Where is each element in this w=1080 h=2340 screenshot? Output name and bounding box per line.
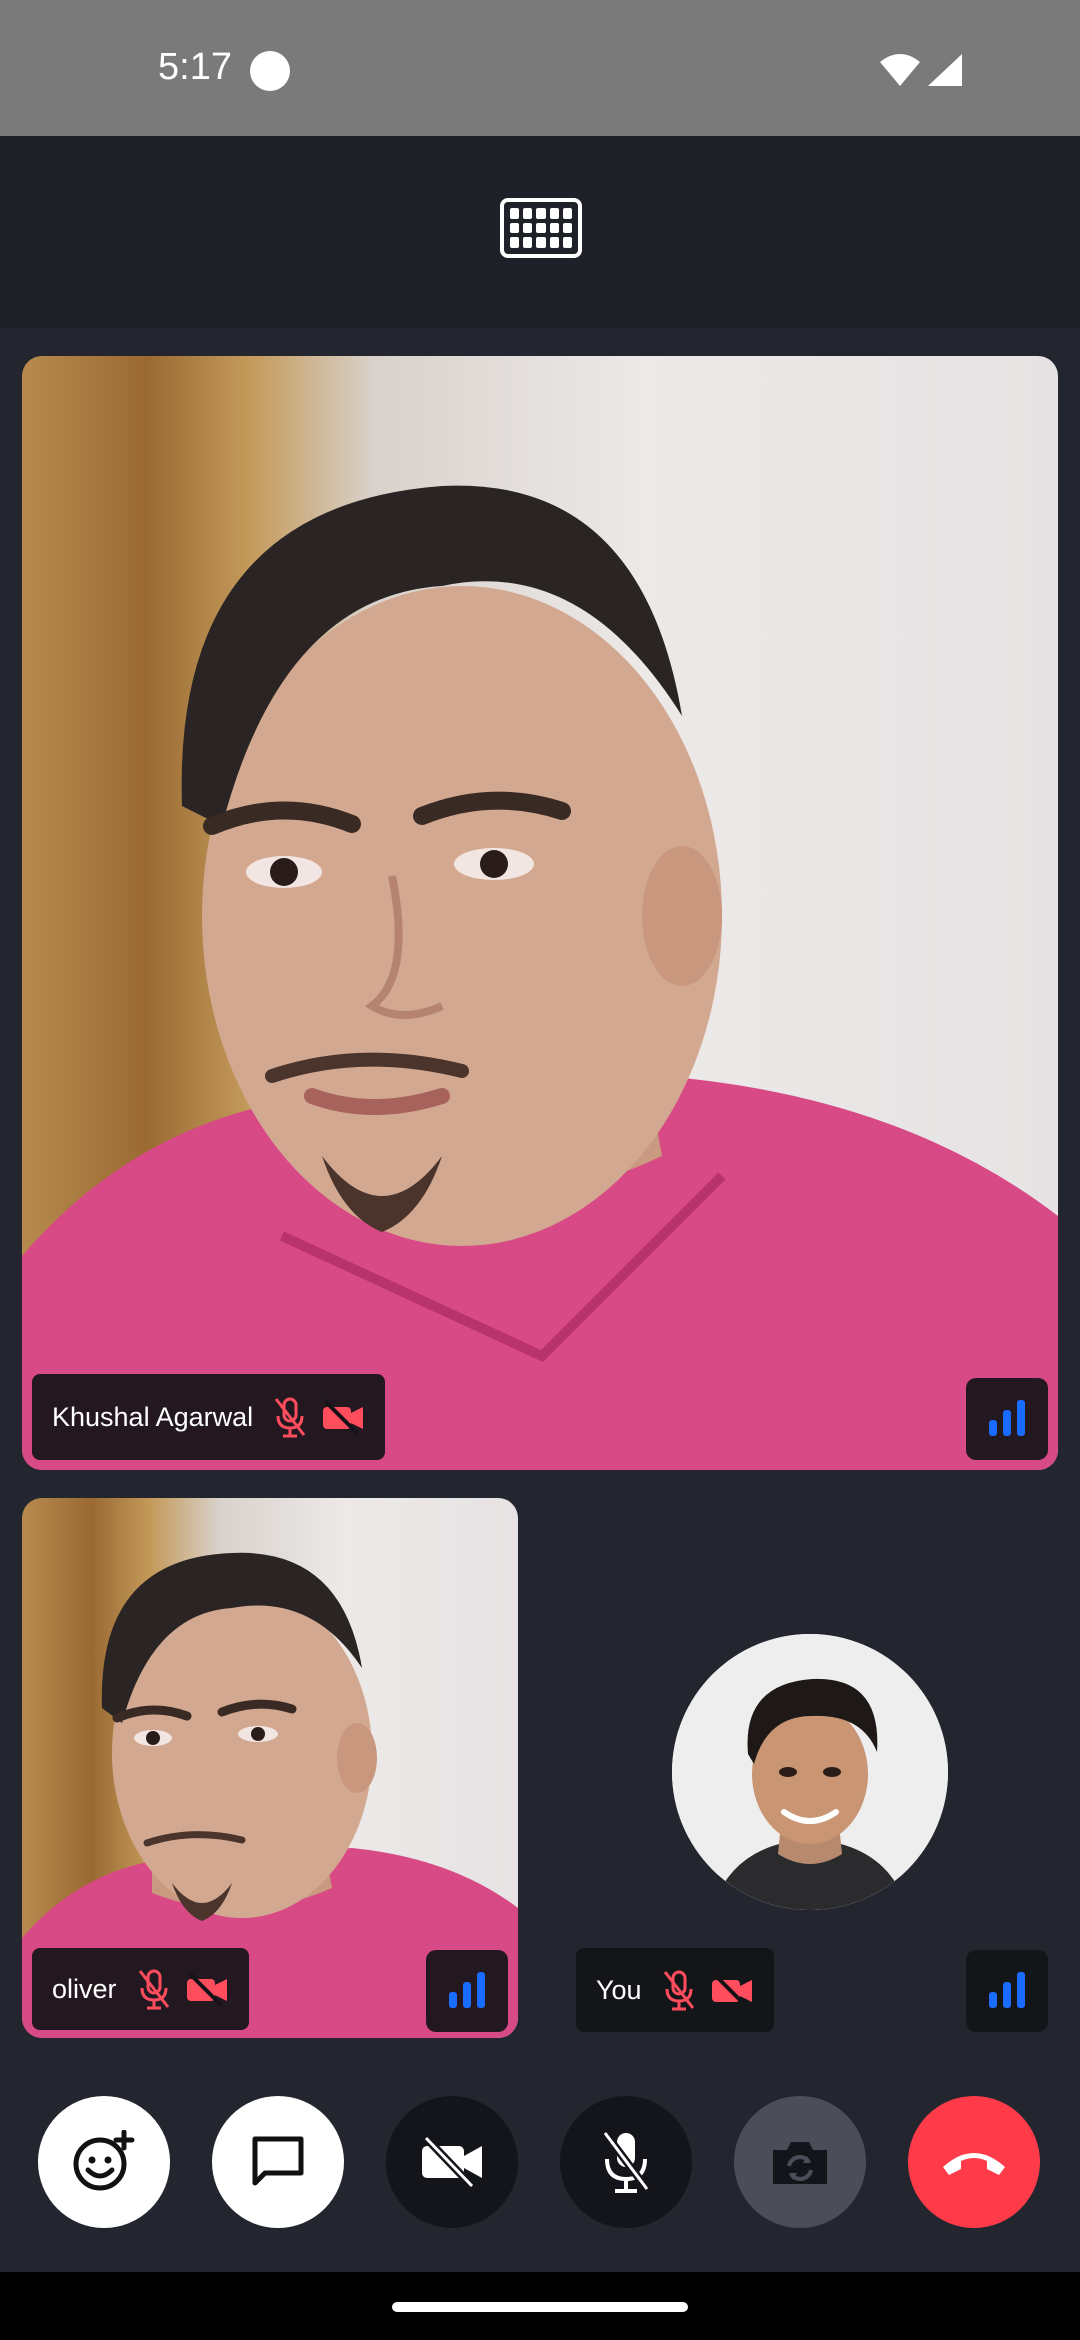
grid-layout-icon[interactable] bbox=[500, 198, 582, 258]
chat-icon bbox=[252, 2136, 304, 2186]
participant-video bbox=[22, 356, 1058, 1470]
call-top-bar bbox=[0, 136, 1080, 328]
status-time: 5:17 bbox=[158, 46, 232, 88]
avatar bbox=[672, 1634, 948, 1910]
video-off-icon bbox=[186, 1971, 227, 2007]
cell-signal-icon bbox=[928, 54, 962, 86]
network-quality-icon bbox=[966, 1378, 1048, 1460]
participant-tile-main[interactable]: Khushal Agarwal bbox=[22, 356, 1058, 1470]
participant-name-pill: oliver bbox=[32, 1948, 249, 2030]
wifi-icon bbox=[880, 54, 920, 86]
end-call-icon bbox=[943, 2153, 1005, 2175]
participant-name-pill: Khushal Agarwal bbox=[32, 1374, 386, 1460]
emoji-reaction-icon bbox=[73, 2130, 135, 2191]
toggle-video-button[interactable] bbox=[386, 2096, 518, 2228]
video-off-icon bbox=[422, 2136, 482, 2188]
notification-dot-icon bbox=[250, 51, 290, 91]
mic-muted-icon bbox=[274, 1397, 306, 1438]
mic-muted-icon bbox=[663, 1970, 694, 2011]
participant-name: You bbox=[596, 1974, 642, 2005]
call-controls bbox=[0, 2060, 1080, 2272]
network-quality-icon bbox=[426, 1950, 508, 2032]
network-quality-icon bbox=[966, 1950, 1048, 2032]
video-off-icon bbox=[711, 1972, 752, 2008]
participant-tile-oliver[interactable]: oliver bbox=[22, 1498, 518, 2038]
mic-muted-icon bbox=[138, 1969, 169, 2010]
reaction-button[interactable] bbox=[38, 2096, 170, 2228]
flip-camera-button[interactable] bbox=[734, 2096, 866, 2228]
status-bar: 5:17 bbox=[0, 0, 1080, 136]
video-off-icon bbox=[323, 1399, 364, 1435]
chat-button[interactable] bbox=[212, 2096, 344, 2228]
end-call-button[interactable] bbox=[908, 2096, 1040, 2228]
participant-name: Khushal Agarwal bbox=[52, 1401, 254, 1432]
participant-name: oliver bbox=[52, 1973, 117, 2004]
mic-off-icon bbox=[601, 2130, 651, 2193]
home-indicator[interactable] bbox=[392, 2302, 688, 2312]
participant-name-pill: You bbox=[576, 1948, 774, 2032]
flip-camera-icon bbox=[773, 2142, 827, 2184]
toggle-mic-button[interactable] bbox=[560, 2096, 692, 2228]
system-nav-bar bbox=[0, 2272, 1080, 2340]
